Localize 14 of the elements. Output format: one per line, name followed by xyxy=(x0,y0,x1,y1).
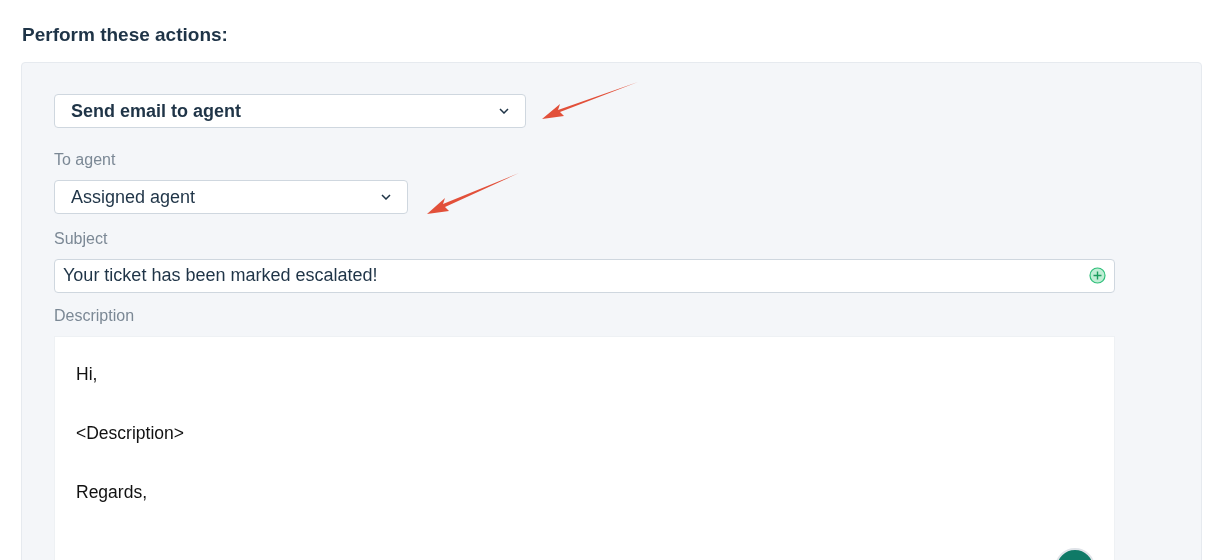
description-editor[interactable]: Hi, <Description> Regards, xyxy=(54,336,1115,560)
field-label: Description xyxy=(54,307,136,326)
editor-text-line: Regards, xyxy=(76,483,148,503)
agent-select[interactable]: Assigned agent xyxy=(54,179,408,215)
action-select[interactable]: Send email to agent xyxy=(54,94,526,129)
add-icon[interactable] xyxy=(1089,267,1106,285)
field-label: To agent xyxy=(54,150,117,169)
section-heading: Perform these actions: xyxy=(22,24,228,46)
editor-text-line: Hi, xyxy=(76,365,99,385)
chevron-down-icon xyxy=(381,194,391,201)
editor-text-line: <Description> xyxy=(76,424,185,444)
field-label: Subject xyxy=(54,229,109,248)
subject-field[interactable]: Your ticket has been marked escalated! xyxy=(54,258,1115,293)
chevron-down-icon xyxy=(499,108,509,115)
